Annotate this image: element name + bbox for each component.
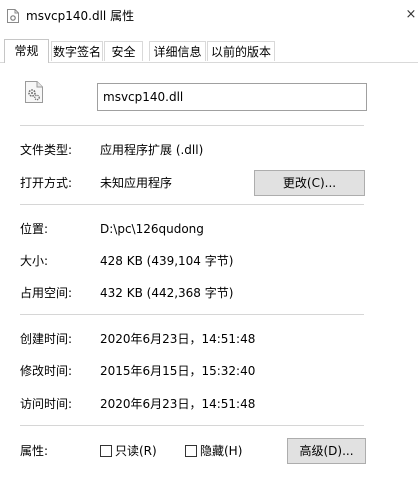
tab-previous-versions[interactable]: 以前的版本 — [207, 41, 275, 61]
size-value: 428 KB (439,104 字节) — [100, 254, 234, 268]
opens-with-label: 打开方式: — [20, 176, 73, 190]
hidden-checkbox-box[interactable] — [185, 445, 197, 457]
tab-digital-signatures[interactable]: 数字签名 — [51, 41, 103, 61]
file-type-label: 文件类型: — [20, 143, 73, 157]
size-label: 大小: — [20, 254, 49, 268]
separator — [20, 125, 364, 126]
readonly-checkbox-box[interactable] — [100, 445, 112, 457]
attributes-label: 属性: — [20, 444, 49, 458]
file-type-value: 应用程序扩展 (.dll) — [100, 143, 204, 157]
hidden-checkbox[interactable]: 隐藏(H) — [185, 443, 242, 459]
change-button[interactable]: 更改(C)... — [254, 170, 365, 196]
separator — [20, 314, 364, 315]
hidden-checkbox-label: 隐藏(H) — [200, 444, 243, 458]
tab-details[interactable]: 详细信息 — [149, 41, 206, 61]
advanced-button[interactable]: 高级(D)... — [287, 438, 366, 464]
close-button[interactable]: × — [404, 6, 418, 24]
location-label: 位置: — [20, 222, 49, 236]
separator — [20, 204, 364, 205]
tab-general[interactable]: 常规 — [4, 39, 49, 63]
created-value: 2020年6月23日，14:51:48 — [100, 332, 256, 346]
readonly-checkbox-label: 只读(R) — [115, 444, 157, 458]
window-title: msvcp140.dll 属性 — [26, 9, 135, 23]
size-on-disk-label: 占用空间: — [20, 286, 73, 300]
readonly-checkbox[interactable]: 只读(R) — [100, 443, 157, 459]
opens-with-value: 未知应用程序 — [100, 176, 173, 190]
tab-security[interactable]: 安全 — [104, 41, 143, 61]
title-bar: msvcp140.dll 属性 × — [0, 0, 418, 34]
size-on-disk-value: 432 KB (442,368 字节) — [100, 286, 234, 300]
created-label: 创建时间: — [20, 332, 73, 346]
tab-bar: 常规 数字签名 安全 详细信息 以前的版本 — [0, 39, 418, 63]
separator — [20, 425, 364, 426]
location-value: D:\pc\126qudong — [100, 222, 204, 236]
dll-gear-file-icon — [25, 81, 43, 103]
accessed-value: 2020年6月23日，14:51:48 — [100, 397, 256, 411]
accessed-label: 访问时间: — [20, 397, 73, 411]
dll-file-icon — [7, 9, 19, 23]
filename-field[interactable] — [97, 83, 367, 111]
modified-label: 修改时间: — [20, 364, 73, 378]
modified-value: 2015年6月15日，15:32:40 — [100, 364, 256, 378]
